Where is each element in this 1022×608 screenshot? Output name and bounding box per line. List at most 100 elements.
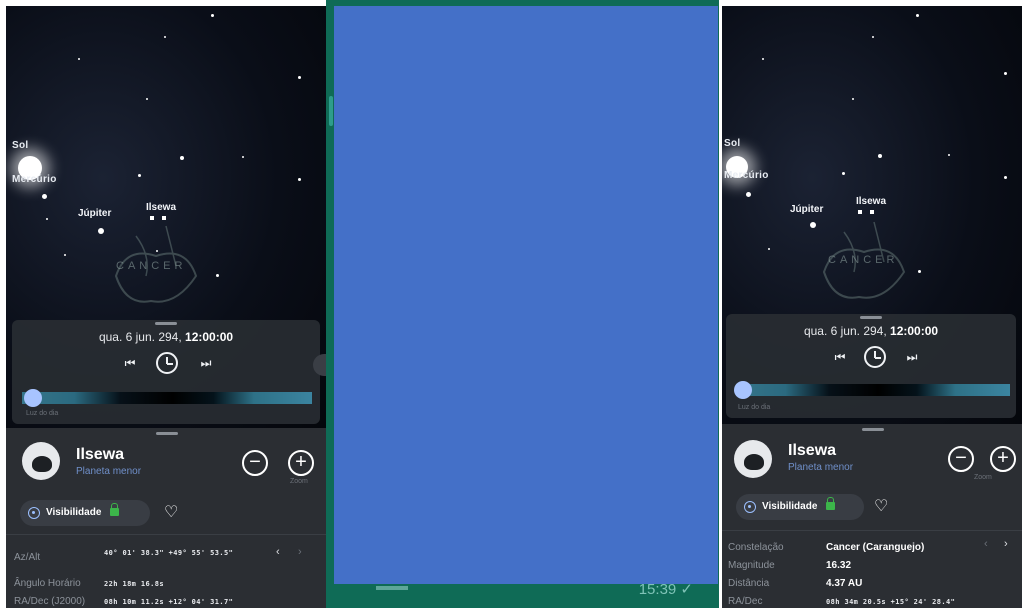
mercury-label: Mercúrio — [12, 174, 57, 185]
panel-drag-handle[interactable] — [860, 316, 882, 319]
object-info-sheet: Ilsewa Planeta menor − + Zoom Visibilida… — [722, 424, 1022, 608]
zoom-label: Zoom — [290, 478, 308, 485]
distance-value: 4.37 AU — [826, 578, 863, 589]
daylight-label: Luz do dia — [738, 404, 771, 411]
star — [852, 98, 854, 100]
sheet-drag-handle[interactable] — [156, 432, 178, 435]
star — [768, 248, 770, 250]
az-alt-value: 40° 01' 38.3" +49° 55' 53.5" — [104, 549, 234, 557]
edge-tab — [329, 96, 333, 126]
step-forward-button[interactable]: ⏭ — [198, 356, 214, 371]
zoom-in-button[interactable]: + — [288, 450, 314, 476]
star — [64, 254, 66, 256]
time-text: 12:00:00 — [890, 324, 939, 338]
star — [46, 218, 48, 220]
star — [180, 156, 184, 160]
daylight-slider-knob[interactable] — [24, 389, 42, 407]
visibility-button[interactable]: Visibilidade — [736, 494, 864, 520]
visibility-icon — [28, 507, 40, 519]
star — [872, 36, 874, 38]
status-indicator — [376, 586, 408, 590]
object-name: Ilsewa — [76, 446, 125, 463]
daylight-slider-knob[interactable] — [734, 381, 752, 399]
step-forward-button[interactable]: ⏭ — [904, 350, 920, 365]
step-back-button[interactable]: ⏮ — [832, 350, 848, 365]
star — [1004, 72, 1007, 75]
visibility-button[interactable]: Visibilidade — [20, 500, 150, 526]
favorite-heart-icon[interactable]: ♡ — [874, 496, 888, 516]
object-thumbnail — [22, 442, 60, 480]
visibility-label: Visibilidade — [46, 507, 102, 518]
hour-angle-label: Ângulo Horário — [14, 578, 81, 589]
lock-icon — [110, 503, 120, 516]
distance-label: Distância — [728, 578, 770, 589]
star — [842, 172, 845, 175]
ra-dec-value: 08h 34m 20.5s +15° 24' 28.4" — [826, 598, 956, 606]
zoom-out-button[interactable]: − — [948, 446, 974, 472]
star — [242, 156, 244, 158]
star — [298, 178, 301, 181]
zoom-in-button[interactable]: + — [990, 446, 1016, 472]
visibility-label: Visibilidade — [762, 501, 818, 512]
ra-dec-label: RA/Dec (J2000) — [14, 596, 86, 607]
constellation-label: CANCER — [828, 254, 899, 266]
star — [211, 14, 214, 17]
info-prev-button[interactable]: ‹ — [276, 546, 280, 558]
object-type[interactable]: Planeta menor — [76, 466, 141, 477]
star — [78, 58, 80, 60]
favorite-heart-icon[interactable]: ♡ — [164, 502, 178, 522]
date-time-display[interactable]: qua. 6 jun. 294, 12:00:00 — [726, 324, 1016, 338]
sheet-drag-handle[interactable] — [862, 428, 884, 431]
zoom-out-button[interactable]: − — [242, 450, 268, 476]
status-time: 15:39 ✓ — [638, 581, 693, 598]
constellation-info-value: Cancer (Caranguejo) — [826, 542, 925, 553]
magnitude-label: Magnitude — [728, 560, 775, 571]
divider — [722, 530, 1022, 531]
ra-dec-label: RA/Dec — [728, 596, 763, 607]
blank-blue-screen[interactable] — [334, 6, 718, 584]
reset-time-icon[interactable] — [864, 346, 886, 368]
reset-time-icon[interactable] — [156, 352, 178, 374]
star — [138, 174, 141, 177]
object-info-sheet: Ilsewa Planeta menor − + Zoom Visibilida… — [6, 428, 329, 608]
ra-dec-value: 08h 10m 11.2s +12° 04' 31.7" — [104, 598, 234, 606]
constellation-info-label: Constelação — [728, 542, 784, 553]
phone-screen-right: Sol Mercúrio Júpiter Ilsewa CANCER qua. … — [722, 6, 1022, 608]
panel-drag-handle[interactable] — [155, 322, 177, 325]
star — [1004, 176, 1007, 179]
daylight-label: Luz do dia — [26, 410, 59, 417]
phone-screen-left: Sol Mercúrio Júpiter Ilsewa CANCER qua. … — [6, 6, 329, 608]
lock-icon — [826, 497, 836, 510]
star — [298, 76, 301, 79]
daylight-slider-track[interactable] — [22, 392, 312, 404]
star — [948, 154, 950, 156]
az-alt-label: Az/Alt — [14, 552, 41, 563]
daylight-slider-track[interactable] — [736, 384, 1010, 396]
time-text: 12:00:00 — [185, 330, 234, 344]
star — [216, 274, 219, 277]
object-name: Ilsewa — [788, 442, 837, 459]
star — [878, 154, 882, 158]
mercury-marker — [746, 192, 751, 197]
date-time-display[interactable]: qua. 6 jun. 294, 12:00:00 — [12, 330, 320, 344]
date-text: qua. 6 jun. 294, — [803, 324, 887, 338]
star — [762, 58, 764, 60]
constellation-label: CANCER — [116, 260, 187, 272]
magnitude-value: 16.32 — [826, 560, 852, 571]
mercury-marker — [42, 194, 47, 199]
step-back-button[interactable]: ⏮ — [122, 356, 138, 371]
time-control-panel: qua. 6 jun. 294, 12:00:00 ⏮ ⏭ Luz do dia — [726, 314, 1016, 418]
mercury-label: Mercúrio — [724, 170, 769, 181]
star — [164, 36, 166, 38]
time-control-panel: qua. 6 jun. 294, 12:00:00 ⏮ ⏭ Luz do dia — [12, 320, 320, 424]
divider — [6, 534, 329, 535]
info-next-button[interactable]: › — [1004, 538, 1008, 550]
object-type[interactable]: Planeta menor — [788, 462, 853, 473]
zoom-label: Zoom — [974, 474, 992, 481]
star — [916, 14, 919, 17]
visibility-icon — [744, 501, 756, 513]
date-text: qua. 6 jun. 294, — [98, 330, 182, 344]
info-next-button[interactable]: › — [298, 546, 302, 558]
info-prev-button[interactable]: ‹ — [984, 538, 988, 550]
star — [146, 98, 148, 100]
